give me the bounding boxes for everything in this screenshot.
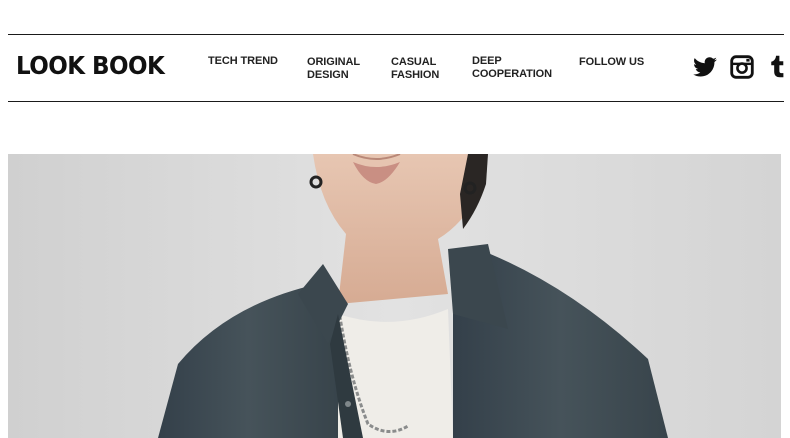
model-illustration (8, 154, 781, 438)
nav-follow-us[interactable]: FOLLOW US (579, 56, 644, 69)
nav-deep-cooperation[interactable]: DEEP COOPERATION (472, 55, 552, 81)
nav-tech-trend-label: TECH TREND (208, 55, 278, 67)
nav-casual-fashion-line1: CASUAL (391, 56, 437, 68)
nav-deep-cooperation-line1: DEEP (472, 55, 502, 67)
twitter-icon[interactable] (692, 54, 718, 80)
instagram-icon[interactable] (729, 54, 755, 80)
nav-original-design[interactable]: ORIGINAL DESIGN (307, 56, 360, 82)
nav-casual-fashion[interactable]: CASUAL FASHION (391, 56, 439, 82)
header-bottom-divider (8, 101, 784, 102)
nav-tech-trend[interactable]: TECH TREND (208, 55, 278, 68)
nav-deep-cooperation-line2: COOPERATION (472, 68, 552, 80)
nav-follow-us-label: FOLLOW US (579, 56, 645, 68)
nav-original-design-line1: ORIGINAL (307, 56, 360, 68)
nav-original-design-line2: DESIGN (307, 69, 349, 81)
header-top-divider (8, 34, 784, 35)
nav-casual-fashion-line2: FASHION (391, 69, 440, 81)
logo-text[interactable]: LOOK BOOK (16, 51, 165, 80)
lookbook-photo (8, 154, 781, 438)
tumblr-icon[interactable] (764, 54, 790, 80)
